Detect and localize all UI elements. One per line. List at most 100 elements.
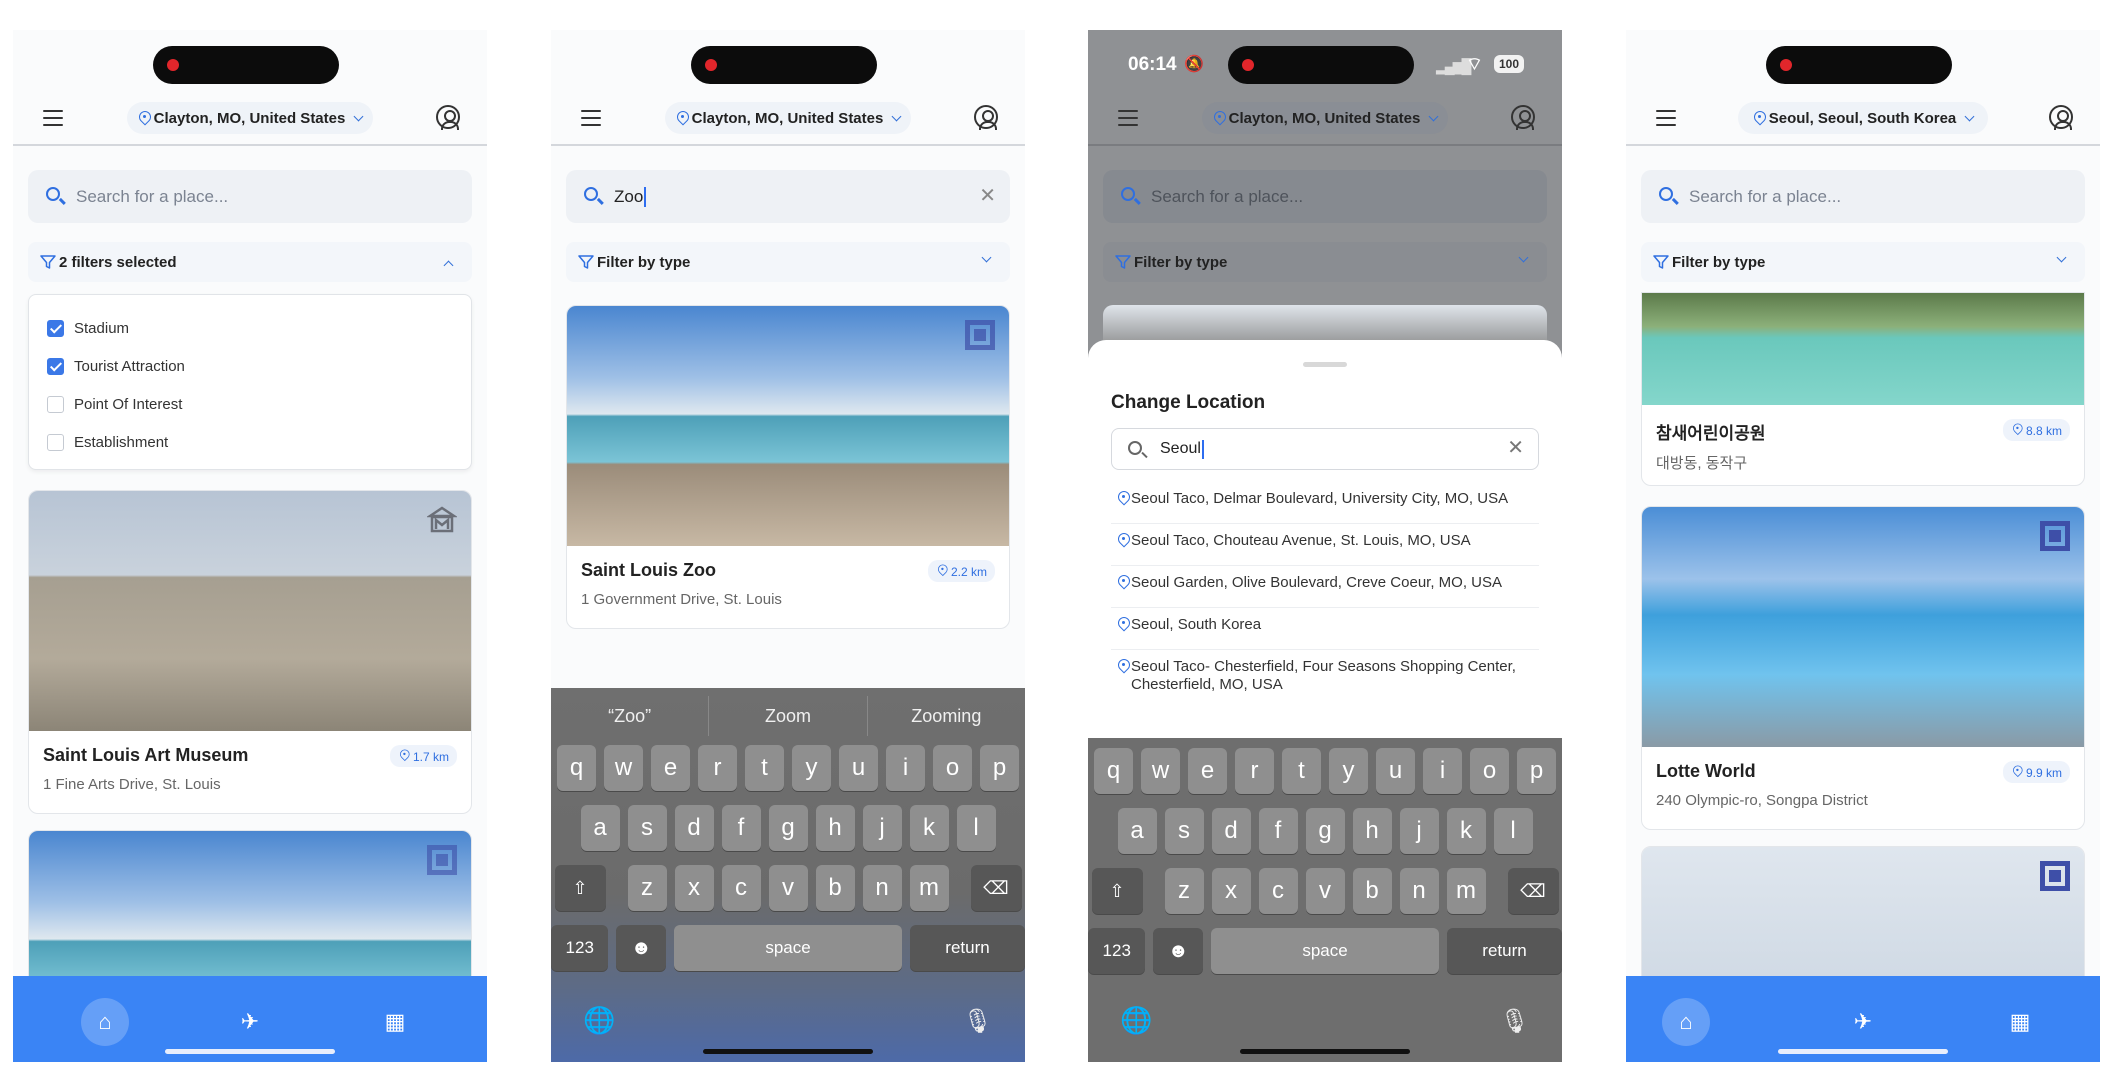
key-c[interactable]: c — [1258, 868, 1298, 914]
key-u[interactable]: u — [1376, 748, 1415, 794]
key-v[interactable]: v — [1305, 868, 1345, 914]
microphone-icon[interactable]: 🎙 — [963, 1007, 993, 1036]
checkbox[interactable] — [47, 395, 64, 413]
filter-option-point-of-interest[interactable]: Point Of Interest — [29, 385, 471, 423]
location-selector[interactable]: Clayton, MO, United States — [665, 102, 911, 134]
numbers-key[interactable]: 123 — [551, 925, 609, 971]
location-result[interactable]: Seoul Garden, Olive Boulevard, Creve Coe… — [1111, 566, 1539, 608]
filter-toggle[interactable]: Filter by type — [1641, 242, 2085, 282]
key-e[interactable]: e — [651, 745, 690, 791]
space-key[interactable]: space — [1211, 928, 1440, 974]
menu-icon[interactable] — [581, 110, 601, 126]
key-c[interactable]: c — [721, 865, 761, 911]
menu-icon[interactable] — [43, 110, 63, 126]
key-o[interactable]: o — [933, 745, 972, 791]
key-r[interactable]: r — [698, 745, 737, 791]
key-g[interactable]: g — [1305, 808, 1345, 854]
key-k[interactable]: k — [909, 805, 949, 851]
location-selector[interactable]: Seoul, Seoul, South Korea — [1738, 102, 1988, 134]
key-b[interactable]: b — [815, 865, 855, 911]
key-q[interactable]: q — [557, 745, 596, 791]
key-i[interactable]: i — [1423, 748, 1462, 794]
key-e[interactable]: e — [1188, 748, 1227, 794]
clear-icon[interactable]: ✕ — [979, 184, 996, 208]
key-m[interactable]: m — [909, 865, 949, 911]
clear-icon[interactable]: ✕ — [1507, 436, 1524, 460]
key-w[interactable]: w — [604, 745, 643, 791]
key-z[interactable]: z — [1164, 868, 1204, 914]
return-key[interactable]: return — [910, 925, 1025, 971]
key-a[interactable]: a — [1117, 808, 1157, 854]
suggestion[interactable]: Zoom — [709, 696, 868, 736]
key-j[interactable]: j — [1399, 808, 1439, 854]
place-card[interactable]: Saint Louis Art Museum 1 Fine Arts Drive… — [28, 490, 472, 814]
plane-icon[interactable]: ✈ — [1839, 998, 1887, 1046]
key-p[interactable]: p — [1517, 748, 1556, 794]
plane-icon[interactable]: ✈ — [226, 998, 274, 1046]
key-t[interactable]: t — [745, 745, 784, 791]
key-h[interactable]: h — [815, 805, 855, 851]
location-selector[interactable]: Clayton, MO, United States — [127, 102, 373, 134]
search-input[interactable]: Search for a place... — [1641, 170, 2085, 223]
key-f[interactable]: f — [721, 805, 761, 851]
menu-icon[interactable] — [1118, 110, 1138, 126]
calendar-icon[interactable]: ▦ — [371, 998, 419, 1046]
key-w[interactable]: w — [1141, 748, 1180, 794]
key-g[interactable]: g — [768, 805, 808, 851]
key-y[interactable]: y — [1329, 748, 1368, 794]
filter-option-establishment[interactable]: Establishment — [29, 423, 471, 461]
key-s[interactable]: s — [1164, 808, 1204, 854]
globe-icon[interactable]: 🌐 — [1120, 1005, 1152, 1036]
key-n[interactable]: n — [862, 865, 902, 911]
emoji-key[interactable]: ☻ — [1153, 928, 1204, 974]
key-f[interactable]: f — [1258, 808, 1298, 854]
location-result[interactable]: Seoul Taco- Chesterfield, Four Seasons S… — [1111, 650, 1539, 702]
home-icon[interactable]: ⌂ — [81, 998, 129, 1046]
home-icon[interactable]: ⌂ — [1662, 998, 1710, 1046]
account-icon[interactable] — [436, 105, 460, 130]
checkbox[interactable] — [47, 433, 64, 451]
key-x[interactable]: x — [674, 865, 714, 911]
key-t[interactable]: t — [1282, 748, 1321, 794]
key-l[interactable]: l — [1493, 808, 1533, 854]
key-l[interactable]: l — [956, 805, 996, 851]
filter-option-tourist-attraction[interactable]: Tourist Attraction — [29, 347, 471, 385]
location-result[interactable]: Seoul Taco, Chouteau Avenue, St. Louis, … — [1111, 524, 1539, 566]
calendar-icon[interactable]: ▦ — [1996, 998, 2044, 1046]
key-h[interactable]: h — [1352, 808, 1392, 854]
numbers-key[interactable]: 123 — [1088, 928, 1146, 974]
key-z[interactable]: z — [627, 865, 667, 911]
menu-icon[interactable] — [1656, 110, 1676, 126]
key-n[interactable]: n — [1399, 868, 1439, 914]
key-v[interactable]: v — [768, 865, 808, 911]
location-result[interactable]: Seoul, South Korea — [1111, 608, 1539, 650]
location-selector[interactable]: Clayton, MO, United States — [1202, 102, 1448, 134]
backspace-key[interactable]: ⌫ — [1507, 868, 1559, 914]
location-search-input[interactable]: Seoul ✕ — [1111, 428, 1539, 470]
search-input[interactable]: Search for a place... — [28, 170, 472, 223]
account-icon[interactable] — [1511, 105, 1535, 130]
filter-option-stadium[interactable]: Stadium — [29, 309, 471, 347]
space-key[interactable]: space — [674, 925, 903, 971]
filter-toggle[interactable]: Filter by type — [1103, 242, 1547, 282]
key-a[interactable]: a — [580, 805, 620, 851]
checkbox[interactable] — [47, 319, 64, 337]
key-k[interactable]: k — [1446, 808, 1486, 854]
shift-key[interactable]: ⇧ — [1091, 868, 1143, 914]
key-j[interactable]: j — [862, 805, 902, 851]
key-x[interactable]: x — [1211, 868, 1251, 914]
key-o[interactable]: o — [1470, 748, 1509, 794]
key-u[interactable]: u — [839, 745, 878, 791]
key-q[interactable]: q — [1094, 748, 1133, 794]
checkbox[interactable] — [47, 357, 64, 375]
suggestion[interactable]: “Zoo” — [551, 696, 710, 736]
emoji-key[interactable]: ☻ — [616, 925, 667, 971]
key-d[interactable]: d — [1211, 808, 1251, 854]
location-result[interactable]: Seoul Taco, Delmar Boulevard, University… — [1111, 482, 1539, 524]
key-m[interactable]: m — [1446, 868, 1486, 914]
place-card[interactable]: Lotte World 240 Olympic-ro, Songpa Distr… — [1641, 506, 2085, 830]
key-i[interactable]: i — [886, 745, 925, 791]
return-key[interactable]: return — [1447, 928, 1562, 974]
backspace-key[interactable]: ⌫ — [970, 865, 1022, 911]
shift-key[interactable]: ⇧ — [554, 865, 606, 911]
